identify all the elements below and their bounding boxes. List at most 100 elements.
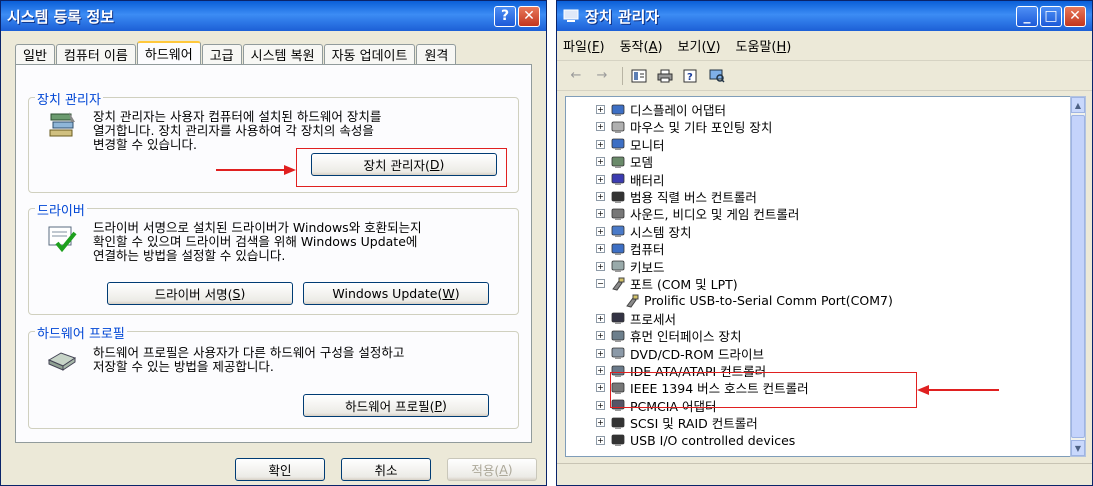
tree-category-item[interactable]: + 사운드, 비디오 및 게임 컨트롤러	[566, 205, 1070, 222]
expand-icon[interactable]: +	[596, 331, 605, 341]
tab-advanced[interactable]: 고급	[201, 44, 242, 64]
menu-file[interactable]: 파일(F)	[563, 36, 605, 55]
tree-category-item[interactable]: + 키보드	[566, 258, 1070, 275]
ok-button[interactable]: 확인	[235, 458, 325, 481]
system-properties-window: 시스템 등록 정보 ? ✕ 일반 컴퓨터 이름 하드웨어 고급 시스템 복원 자…	[0, 0, 547, 486]
expand-icon[interactable]: +	[596, 105, 605, 114]
tree-item-label: Prolific USB-to-Serial Comm Port(COM7)	[644, 293, 893, 309]
tree-category-item[interactable]: + USB I/O controlled devices	[566, 432, 1070, 449]
minimize-button[interactable]: _	[1016, 5, 1038, 27]
scroll-thumb[interactable]	[1071, 115, 1085, 438]
maximize-button[interactable]: □	[1040, 5, 1062, 27]
windows-update-button[interactable]: Windows Update(W)	[303, 282, 489, 305]
tab-computer-name[interactable]: 컴퓨터 이름	[55, 44, 136, 64]
driver-signing-button[interactable]: 드라이버 서명(S)	[107, 282, 293, 305]
device-manager-app-icon	[563, 9, 579, 23]
menu-view[interactable]: 보기(V)	[678, 36, 721, 55]
collapse-icon[interactable]: −	[596, 279, 605, 288]
tree-category-item[interactable]: + 모니터	[566, 136, 1070, 153]
tree-item-label: 컴퓨터	[630, 242, 665, 258]
expand-icon[interactable]: +	[596, 400, 605, 410]
driver-signing-icon	[47, 223, 77, 256]
expand-icon[interactable]: +	[596, 435, 605, 445]
expand-icon[interactable]: +	[596, 209, 605, 219]
tree-item-label: 모뎀	[630, 155, 654, 171]
tab-automatic-updates[interactable]: 자동 업데이트	[323, 44, 416, 64]
device-manager-icon	[47, 110, 77, 143]
menu-bar: 파일(F) 동작(A) 보기(V) 도움말(H)	[557, 31, 1092, 61]
tab-system-restore[interactable]: 시스템 복원	[242, 44, 323, 64]
expand-icon[interactable]: +	[596, 122, 605, 132]
close-button[interactable]: ✕	[518, 5, 540, 27]
hardware-profiles-button[interactable]: 하드웨어 프로필(P)	[303, 394, 489, 417]
tab-strip: 일반 컴퓨터 이름 하드웨어 고급 시스템 복원 자동 업데이트 원격	[15, 41, 532, 64]
annotation-highlight-box	[610, 372, 917, 408]
expand-icon[interactable]: +	[596, 139, 605, 149]
cancel-button[interactable]: 취소	[341, 458, 431, 481]
vertical-scrollbar[interactable]: ▲ ▼	[1070, 96, 1086, 457]
tab-hardware[interactable]: 하드웨어	[136, 41, 201, 64]
battery-icon	[611, 173, 625, 186]
tree-item-label: 배터리	[630, 172, 665, 188]
tree-category-item[interactable]: + DVD/CD-ROM 드라이브	[566, 345, 1070, 362]
title-bar[interactable]: 장치 관리자 _ □ ✕	[557, 1, 1092, 31]
expand-icon[interactable]: +	[596, 418, 605, 428]
tree-category-item[interactable]: + 프로세서	[566, 310, 1070, 327]
modem-icon	[611, 156, 625, 168]
print-icon[interactable]	[654, 66, 676, 86]
menu-help[interactable]: 도움말(H)	[736, 36, 792, 55]
tree-category-item[interactable]: + 범용 직렬 버스 컨트롤러	[566, 188, 1070, 205]
tree-item-label: DVD/CD-ROM 드라이브	[630, 346, 764, 362]
tab-general[interactable]: 일반	[15, 44, 55, 64]
help-button[interactable]: ?	[494, 5, 516, 27]
tab-remote[interactable]: 원격	[416, 44, 457, 64]
expand-icon[interactable]: +	[596, 226, 605, 236]
scan-hardware-icon[interactable]	[706, 66, 728, 86]
tree-item-label: USB I/O controlled devices	[630, 432, 796, 448]
tree-category-item[interactable]: + 마우스 및 기타 포인팅 장치	[566, 118, 1070, 135]
tree-item-label: 프로세서	[630, 311, 677, 327]
tree-item-label: 키보드	[630, 259, 665, 275]
tree-category-item[interactable]: − 포트 (COM 및 LPT)	[566, 275, 1070, 292]
tree-category-item[interactable]: + 시스템 장치	[566, 223, 1070, 240]
forward-arrow-icon[interactable]: →	[591, 66, 613, 86]
tree-category-item[interactable]: + 휴먼 인터페이스 장치	[566, 327, 1070, 344]
port-icon	[612, 277, 625, 291]
properties-icon[interactable]	[628, 66, 650, 86]
expand-icon[interactable]: +	[596, 366, 605, 375]
menu-action[interactable]: 동작(A)	[620, 36, 663, 55]
svg-text:?: ?	[687, 72, 693, 83]
window-title: 장치 관리자	[585, 7, 660, 26]
scroll-down-button[interactable]: ▼	[1071, 440, 1085, 456]
apply-button[interactable]: 적용(A)	[447, 458, 537, 481]
title-bar[interactable]: 시스템 등록 정보 ? ✕	[1, 1, 546, 31]
expand-icon[interactable]: +	[596, 313, 605, 323]
tree-item-label: 디스플레이 어댑터	[630, 103, 726, 118]
tree-item-label: 포트 (COM 및 LPT)	[630, 277, 738, 292]
expand-icon[interactable]: +	[596, 192, 605, 201]
expand-icon[interactable]: +	[596, 348, 605, 358]
back-arrow-icon[interactable]: ←	[565, 66, 587, 86]
usb-icon	[611, 434, 625, 447]
hardware-tab-panel: 장치 관리자 장치 관리자는 사용자 컴퓨터에 설치된 하드웨어 장치를 열거합…	[15, 64, 532, 443]
device-manager-description: 장치 관리자는 사용자 컴퓨터에 설치된 하드웨어 장치를 열거합니다. 장치 …	[93, 109, 382, 152]
tree-category-item[interactable]: + SCSI 및 RAID 컨트롤러	[566, 414, 1070, 431]
expand-icon[interactable]: +	[596, 261, 605, 271]
scsi-icon	[611, 417, 625, 429]
port-icon	[626, 294, 639, 308]
device-manager-heading: 장치 관리자	[35, 89, 103, 108]
tree-category-item[interactable]: + 디스플레이 어댑터	[566, 101, 1070, 118]
expand-icon[interactable]: +	[596, 157, 605, 167]
expand-icon[interactable]: +	[596, 174, 605, 184]
tree-category-item[interactable]: + 모뎀	[566, 153, 1070, 170]
tree-item-label: 모니터	[630, 137, 665, 153]
tree-category-item[interactable]: + 배터리	[566, 171, 1070, 188]
drivers-description: 드라이버 서명으로 설치된 드라이버가 Windows와 호환되는지 확인할 수…	[93, 220, 422, 263]
close-button[interactable]: ✕	[1064, 5, 1086, 27]
help-icon[interactable]: ?	[680, 66, 702, 86]
tree-category-item[interactable]: + 컴퓨터	[566, 240, 1070, 257]
tree-child-item[interactable]: Prolific USB-to-Serial Comm Port(COM7)	[566, 292, 1070, 309]
scroll-up-button[interactable]: ▲	[1071, 97, 1085, 113]
expand-icon[interactable]: +	[596, 383, 605, 393]
expand-icon[interactable]: +	[596, 244, 605, 254]
